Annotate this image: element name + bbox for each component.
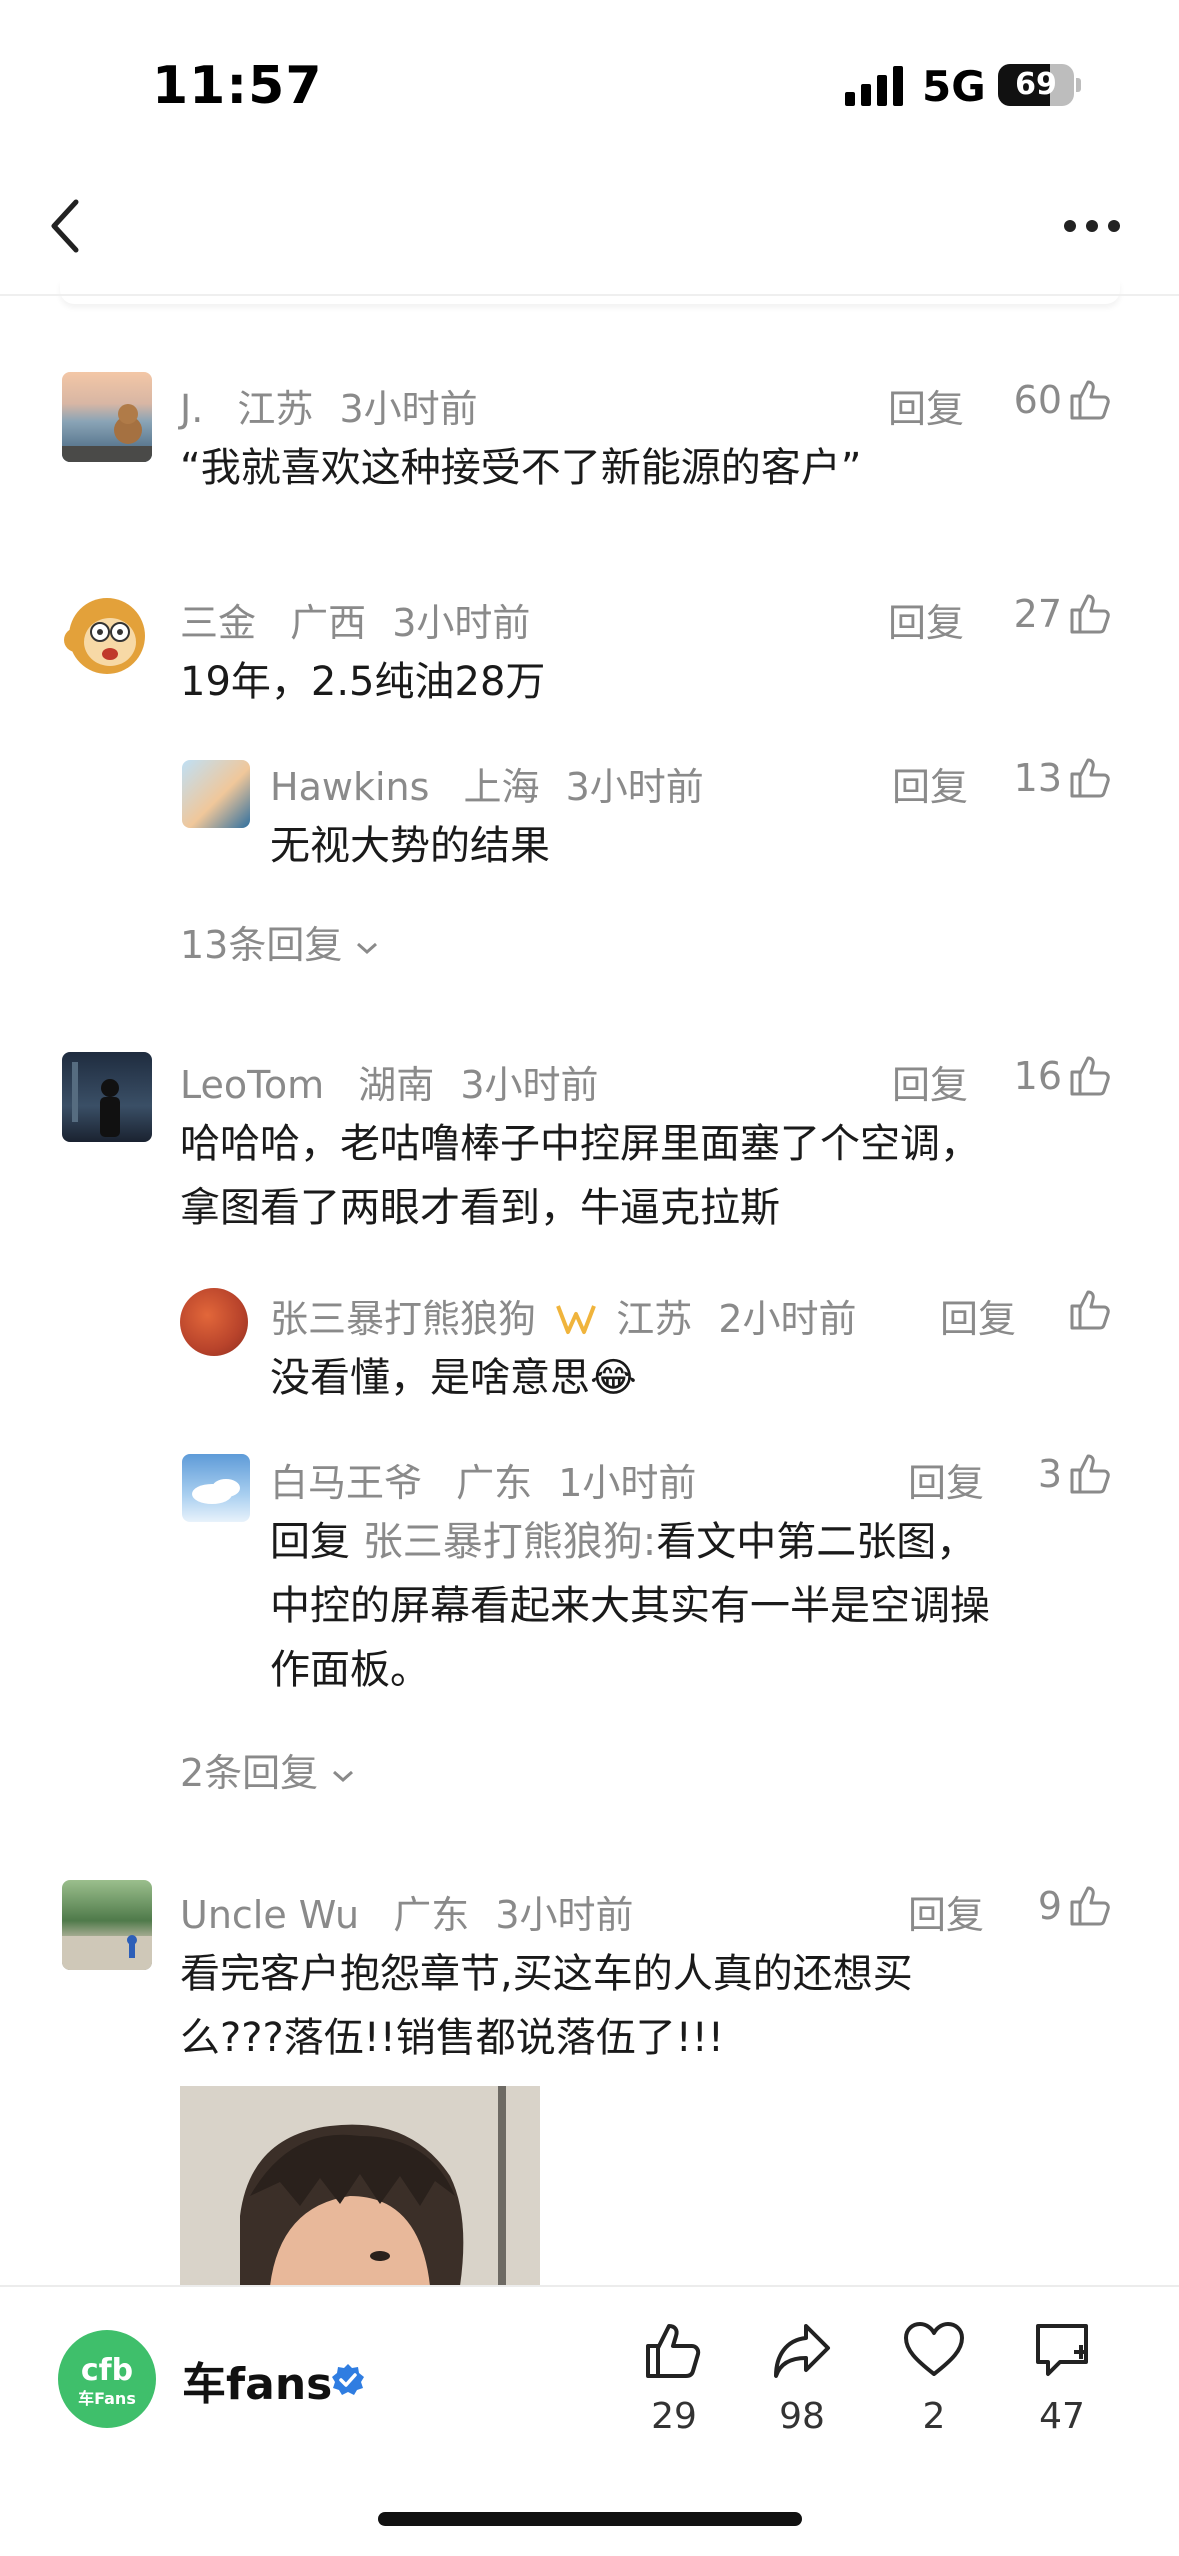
avatar[interactable]: [62, 1052, 152, 1142]
comment-meta: J. 江苏 3小时前: [180, 378, 478, 433]
reply-button[interactable]: 回复: [892, 1054, 968, 1109]
header-divider: [0, 294, 1179, 296]
avatar[interactable]: [180, 1288, 248, 1356]
share-icon[interactable]: [770, 2318, 834, 2382]
reply-button[interactable]: 回复: [888, 592, 964, 647]
comment-text: 看完客户抱怨章节,买这车的人真的还想买: [180, 1951, 913, 1997]
comment-meta: LeoTom 湖南 3小时前: [180, 1054, 599, 1109]
like-count: 3: [1037, 1452, 1062, 1496]
reply-button[interactable]: 回复: [892, 756, 968, 811]
reply-text: 中控的屏幕看起来大其实有一半是空调操: [270, 1583, 990, 1629]
reply-time: 1小时前: [558, 1461, 697, 1505]
comment-username[interactable]: 三金: [180, 601, 256, 645]
more-replies-link[interactable]: 13条回复: [180, 914, 380, 969]
like-count: 60: [1013, 378, 1062, 422]
reply-meta: Hawkins 上海 3小时前: [270, 756, 704, 811]
comment-text: 拿图看了两眼才看到，牛逼克拉斯: [180, 1185, 780, 1231]
reply-text: 回复 张三暴打熊狼狗:看文中第二张图，: [270, 1519, 977, 1565]
thumbs-up-icon[interactable]: [1068, 1286, 1114, 1332]
favorite-count: 2: [922, 2396, 946, 2437]
thumbs-up-icon[interactable]: [1068, 590, 1114, 636]
comment-username[interactable]: Uncle Wu: [180, 1893, 359, 1937]
reply-username[interactable]: Hawkins: [270, 765, 429, 809]
comment-text: 哈哈哈，老咕噜棒子中控屏里面塞了个空调，: [180, 1121, 980, 1167]
status-time: 11:57: [152, 56, 323, 116]
channel-name[interactable]: 车fans: [182, 2348, 332, 2412]
verified-badge-icon: [332, 2364, 364, 2395]
comment-meta: 三金 广西 3小时前: [180, 592, 530, 647]
back-arrow-icon[interactable]: [46, 196, 86, 256]
reply-location: 江苏: [616, 1297, 693, 1341]
channel-logo[interactable]: cfb 车Fans: [58, 2330, 156, 2428]
mention-link[interactable]: 张三暴打熊狼狗:: [363, 1519, 656, 1565]
thumbs-up-icon[interactable]: [1068, 754, 1114, 800]
reply-button[interactable]: 回复: [908, 1884, 984, 1939]
avatar[interactable]: [62, 590, 152, 680]
heart-icon[interactable]: [902, 2318, 966, 2382]
thumbs-up-icon[interactable]: [1068, 1052, 1114, 1098]
comment-location: 广西: [290, 601, 367, 645]
reply-location: 广东: [456, 1461, 533, 1505]
avatar[interactable]: [182, 1454, 250, 1522]
network-type: 5G: [922, 62, 986, 111]
reply-username[interactable]: 张三暴打熊狼狗: [270, 1297, 536, 1341]
reply-button[interactable]: 回复: [908, 1452, 984, 1507]
thumbs-up-icon[interactable]: [1068, 376, 1114, 422]
comment-username[interactable]: LeoTom: [180, 1063, 324, 1107]
reply-time: 3小时前: [565, 765, 704, 809]
like-count: 9: [1037, 1884, 1062, 1928]
reply-button[interactable]: 回复: [940, 1288, 1016, 1343]
chevron-down-icon: [357, 942, 378, 955]
comment-time: 3小时前: [460, 1063, 599, 1107]
avatar[interactable]: [62, 1880, 152, 1970]
thumbs-up-icon[interactable]: [1068, 1450, 1114, 1496]
bottom-divider: [0, 2285, 1179, 2287]
avatar[interactable]: [62, 372, 152, 462]
comment-meta: Uncle Wu 广东 3小时前: [180, 1884, 634, 1939]
avatar[interactable]: [182, 760, 250, 828]
reply-time: 2小时前: [718, 1297, 857, 1341]
comment-text: 么???落伍!!销售都说落伍了!!!: [180, 2015, 724, 2061]
comment-location: 广东: [393, 1893, 470, 1937]
like-count: 29: [651, 2396, 697, 2437]
chevron-down-icon: [333, 1770, 354, 1783]
comment-location: 江苏: [237, 387, 314, 431]
logo-text: 车Fans: [78, 2389, 136, 2408]
battery-level: 69: [1015, 67, 1057, 102]
previous-card-edge: [60, 280, 1120, 304]
battery-icon: 69: [998, 64, 1081, 106]
comment-time: 3小时前: [392, 601, 531, 645]
like-count: 27: [1013, 592, 1062, 636]
share-count: 98: [779, 2396, 825, 2437]
like-count: 16: [1013, 1054, 1062, 1098]
signal-icon: [845, 66, 903, 106]
comment-time: 3小时前: [495, 1893, 634, 1937]
home-indicator[interactable]: [378, 2512, 802, 2526]
comment-location: 湖南: [358, 1063, 435, 1107]
badge-icon: [556, 1305, 596, 1334]
reply-text: 作面板。: [270, 1647, 430, 1693]
reply-location: 上海: [463, 765, 540, 809]
comment-count: 47: [1039, 2396, 1085, 2437]
comment-icon[interactable]: [1030, 2318, 1094, 2382]
comment-text: 19年，2.5纯油28万: [180, 659, 546, 705]
thumbs-up-icon[interactable]: [642, 2318, 706, 2382]
reply-text: 没看懂，是啥意思😂: [270, 1355, 637, 1401]
thumbs-up-icon[interactable]: [1068, 1882, 1114, 1928]
comment-username[interactable]: J.: [180, 387, 203, 431]
comment-time: 3小时前: [339, 387, 478, 431]
reply-meta: 白马王爷 广东 1小时前: [270, 1452, 696, 1507]
svg-text:cfb: cfb: [81, 2353, 133, 2388]
reply-prefix: 回复: [270, 1519, 350, 1565]
reply-meta: 张三暴打熊狼狗 江苏 2小时前: [270, 1288, 857, 1343]
comment-image[interactable]: [180, 2086, 540, 2286]
reply-button[interactable]: 回复: [888, 378, 964, 433]
more-replies-link[interactable]: 2条回复: [180, 1742, 356, 1797]
like-count: 13: [1013, 756, 1062, 800]
reply-text: 无视大势的结果: [270, 823, 550, 869]
more-options-icon[interactable]: [1062, 218, 1122, 234]
comment-text: “我就喜欢这种接受不了新能源的客户”: [180, 445, 862, 491]
reply-username[interactable]: 白马王爷: [270, 1461, 422, 1505]
